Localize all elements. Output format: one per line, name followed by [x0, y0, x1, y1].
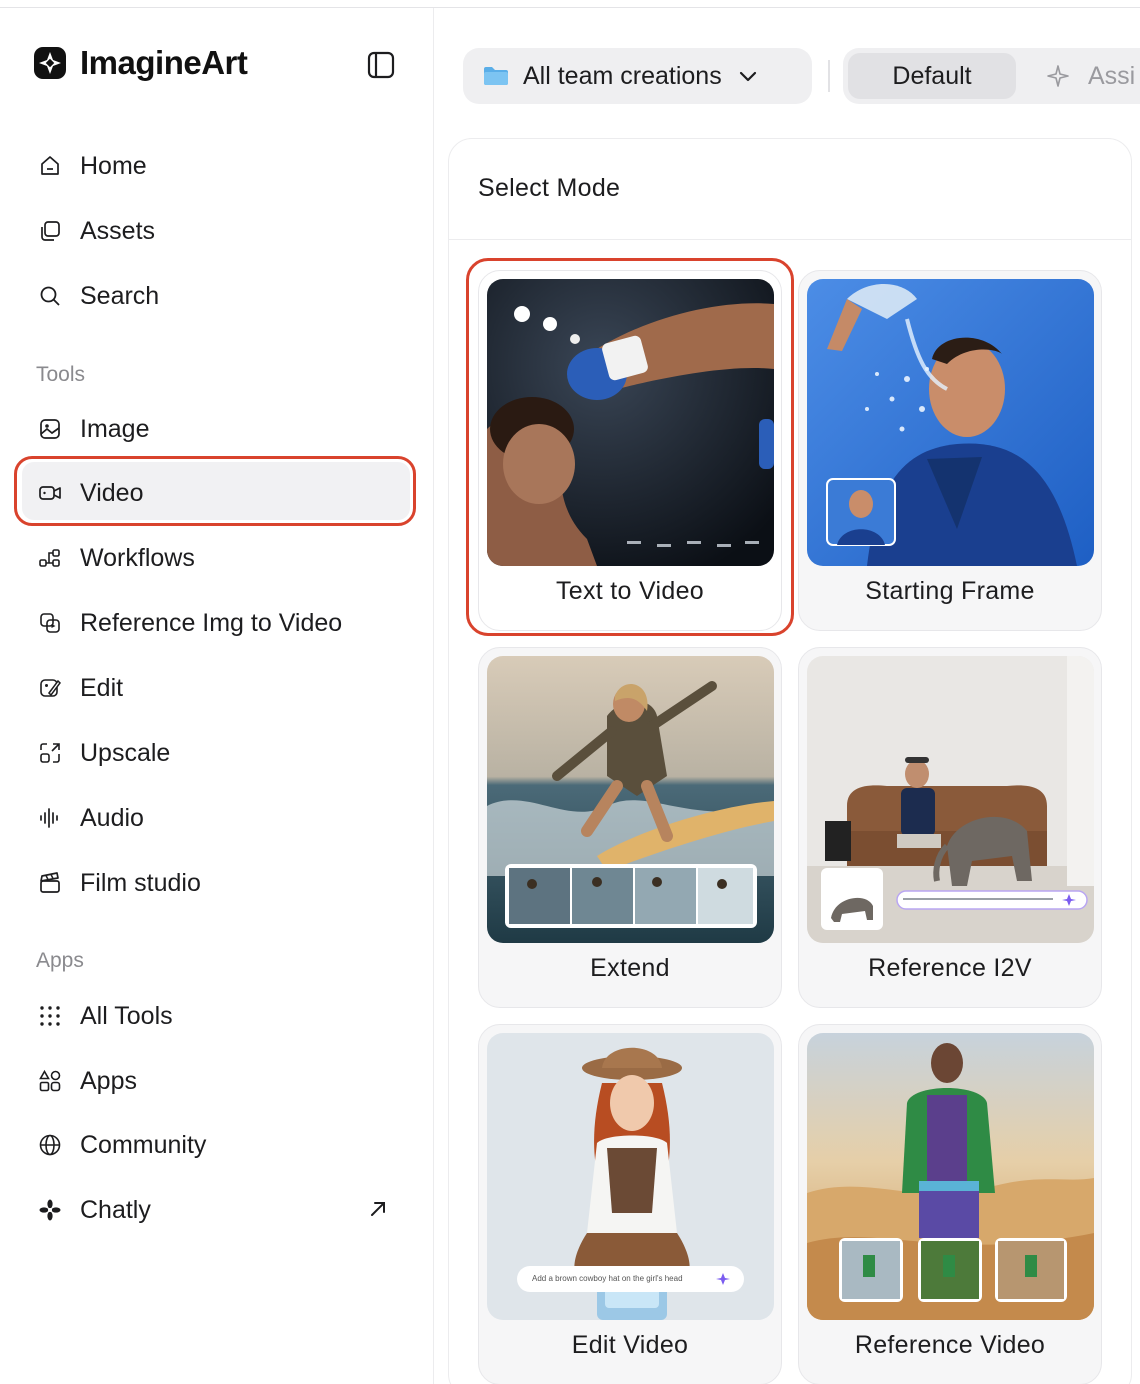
sidebar-item-label: Edit	[80, 673, 124, 702]
imagineart-logo-icon	[34, 47, 66, 79]
edit-prompt-caption: Add a brown cowboy hat on the girl's hea…	[532, 1274, 683, 1283]
external-link-icon[interactable]	[366, 1197, 390, 1221]
upscale-icon	[36, 739, 64, 767]
chevron-down-icon	[739, 71, 756, 82]
sidebar-item-all-tools[interactable]: All Tools	[36, 996, 406, 1036]
mode-default-button[interactable]: Default	[848, 53, 1016, 99]
sidebar-item-label: Video	[80, 478, 144, 507]
sidebar-item-image[interactable]: Image	[36, 409, 406, 449]
mode-thumbnail	[807, 1033, 1094, 1320]
sidebar-item-upscale[interactable]: Upscale	[36, 733, 406, 773]
team-creations-dropdown[interactable]: All team creations	[463, 48, 812, 104]
sidebar-item-apps[interactable]: Apps	[36, 1061, 406, 1101]
mode-label: Starting Frame	[865, 577, 1035, 605]
sidebar-toggle-icon[interactable]	[366, 50, 396, 80]
mode-card-reference-video[interactable]: Reference Video	[798, 1024, 1102, 1384]
chatly-icon	[36, 1196, 64, 1224]
mode-card-extend[interactable]: Extend	[478, 647, 782, 1008]
edit-icon	[36, 674, 64, 702]
globe-icon	[36, 1131, 64, 1159]
sidebar-item-label: Image	[80, 414, 150, 443]
sidebar-item-label: Search	[80, 281, 160, 310]
assets-icon	[36, 217, 64, 245]
sidebar-item-label: All Tools	[80, 1001, 173, 1030]
reference-img-icon	[36, 609, 64, 637]
sidebar-item-chatly[interactable]: Chatly	[36, 1190, 406, 1230]
selected-mode-highlight	[466, 258, 794, 636]
sidebar-item-label: Reference Img to Video	[80, 608, 343, 637]
clapperboard-icon	[36, 869, 64, 897]
sidebar-item-label: Chatly	[80, 1195, 151, 1224]
workflows-icon	[36, 544, 64, 572]
mode-label: Reference I2V	[868, 954, 1032, 982]
brand-logo[interactable]: ImagineArt	[32, 44, 248, 82]
mode-label: Reference Video	[854, 1331, 1046, 1359]
search-icon	[36, 282, 64, 310]
panel-title: Select Mode	[478, 174, 621, 202]
sidebar-item-label: Assets	[80, 216, 156, 245]
sidebar-item-label: Audio	[80, 803, 144, 832]
folder-icon	[484, 67, 508, 85]
mode-thumbnail	[807, 656, 1094, 943]
sidebar-item-community[interactable]: Community	[36, 1125, 406, 1165]
sidebar-item-label: Home	[80, 151, 147, 180]
sidebar-item-label: Workflows	[80, 543, 195, 572]
sidebar-item-audio[interactable]: Audio	[36, 798, 406, 838]
sidebar-item-label: Film studio	[80, 868, 201, 897]
mode-assist-button[interactable]: Assi	[1046, 53, 1135, 99]
brand-name: ImagineArt	[80, 44, 248, 81]
grid-dots-icon	[36, 1002, 64, 1030]
sparkle-icon	[1047, 65, 1069, 87]
mode-thumbnail	[487, 656, 774, 943]
tools-section-label: Tools	[36, 363, 86, 386]
mode-label: Extend	[590, 954, 670, 982]
apps-icon	[36, 1067, 64, 1095]
sidebar-item-edit[interactable]: Edit	[36, 668, 406, 708]
sidebar-item-label: Community	[80, 1130, 207, 1159]
sidebar-item-workflows[interactable]: Workflows	[36, 538, 406, 578]
sidebar-item-search[interactable]: Search	[36, 276, 406, 316]
sidebar-item-label: Upscale	[80, 738, 171, 767]
mode-card-reference-i2v[interactable]: Reference I2V	[798, 647, 1102, 1008]
topbar-divider	[828, 60, 830, 92]
apps-section-label: Apps	[36, 949, 84, 972]
home-icon	[36, 152, 64, 180]
team-select-label: All team creations	[523, 61, 722, 90]
sidebar-item-assets[interactable]: Assets	[36, 211, 406, 251]
sidebar-item-home[interactable]: Home	[36, 146, 406, 186]
video-icon	[36, 479, 64, 507]
mode-card-starting-frame[interactable]: Starting Frame	[798, 270, 1102, 631]
sidebar-item-film-studio[interactable]: Film studio	[36, 863, 406, 903]
sidebar-item-label: Apps	[80, 1066, 137, 1095]
sidebar-item-video[interactable]: Video	[36, 473, 406, 513]
audio-icon	[36, 804, 64, 832]
image-icon	[36, 415, 64, 443]
mode-label: Edit Video	[571, 1331, 689, 1359]
mode-card-edit-video[interactable]: Add a brown cowboy hat on the girl's hea…	[478, 1024, 782, 1384]
mode-assist-label: Assi	[1088, 61, 1136, 90]
mode-thumbnail	[807, 279, 1094, 566]
sidebar-item-reference-img-to-video[interactable]: Reference Img to Video	[36, 603, 406, 643]
